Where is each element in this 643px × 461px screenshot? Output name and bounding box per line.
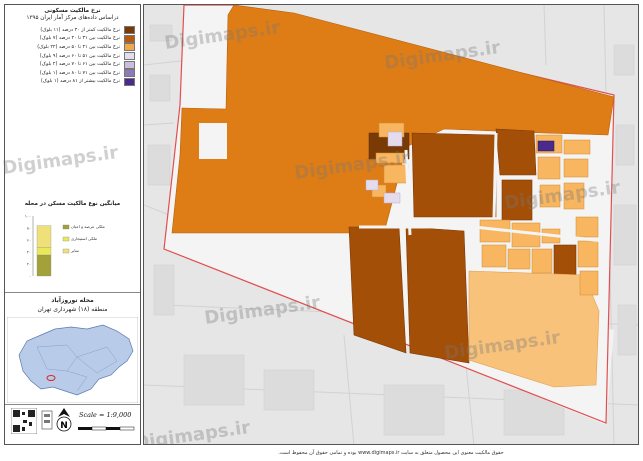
legend-item: نرخ مالکیت بین ۴۱ تا ۵۰ درصد (۲۲ بلوک)	[10, 43, 135, 52]
legend-label: نرخ مالکیت بین ۶۱ تا ۷۰ درصد (۲ بلوک)	[39, 62, 120, 68]
legend-panel: نرخ مالکیت مسکونی دراساس داده‌های مرکز آ…	[4, 4, 141, 445]
legend-item: نرخ مالکیت بین ۶۱ تا ۷۰ درصد (۲ بلوک)	[10, 60, 135, 69]
neighborhood-name: محله نوروزآباد	[51, 297, 94, 304]
legend-subtitle: دراساس داده‌های مرکز آمار ایران ۱۳۹۵	[26, 15, 119, 21]
legend-label: نرخ مالکیت کمتر از ۳۰ درصد (۱۱ بلوک)	[40, 27, 120, 33]
legend-item: نرخ مالکیت بین ۳۱ تا ۴۰ درصد (۷ بلوک)	[10, 34, 135, 44]
bar-segment	[36, 225, 52, 248]
chart-legend-label: سایر	[70, 248, 80, 253]
legend-label: نرخ مالکیت بین ۳۱ تا ۴۰ درصد (۷ بلوک)	[39, 36, 120, 42]
qr-code-icon	[11, 408, 37, 434]
legend-swatch	[124, 52, 135, 61]
legend-label: نرخ مالکیت بیشتر از ۸۱ درصد (۱ بلوک)	[40, 79, 120, 85]
logo-icon	[41, 410, 53, 430]
chart-legend-label: ملکی استیجاری	[71, 236, 97, 241]
legend-label: نرخ مالکیت بین ۵۱ تا ۶۰ درصد (۹ بلوک)	[39, 53, 120, 59]
legend-swatch	[124, 43, 135, 52]
legend-label: نرخ مالکیت بین ۴۱ تا ۵۰ درصد (۲۲ بلوک)	[37, 44, 120, 50]
copyright-footer: حقوق مالکیت معنوی این محصول متعلق به سای…	[278, 450, 504, 456]
bar-segment	[36, 254, 52, 277]
y-tick-label: ۲۰	[27, 262, 31, 267]
legend-item: نرخ مالکیت بین ۷۱ تا ۸۰ درصد (۱ بلوک)	[10, 69, 135, 78]
y-tick-label: ۴۰	[27, 250, 31, 255]
legend-swatch	[124, 69, 135, 78]
scale-bar	[78, 426, 135, 431]
y-tick-label: ۱۰۰	[25, 214, 31, 219]
legend-swatch	[124, 60, 135, 69]
legend-item: نرخ مالکیت بیشتر از ۸۱ درصد (۱ بلوک)	[10, 77, 135, 87]
y-tick-label: ۶۰	[27, 238, 31, 243]
main-map[interactable]: Digimaps.ir Digimaps.ir Digimaps.ir Digi…	[143, 4, 639, 445]
legend-item: نرخ مالکیت کمتر از ۳۰ درصد (۱۱ بلوک)	[10, 26, 135, 35]
district-name: منطقه (۱۸) شهرداری تهران	[37, 306, 108, 313]
bar-segment	[36, 247, 52, 256]
block-dark-1	[348, 226, 407, 354]
legend-list: نرخ مالکیت کمتر از ۳۰ درصد (۱۱ بلوک) نرخ …	[5, 26, 140, 86]
block-purple	[537, 140, 555, 152]
chart-legend-swatch	[62, 224, 70, 230]
legend-title: نرخ مالکیت مسکونی	[44, 8, 101, 14]
legend-item: نرخ مالکیت بین ۵۱ تا ۶۰ درصد (۹ بلوک)	[10, 52, 135, 61]
chart-legend-label: ملکی عرصه و اعیان	[71, 224, 105, 229]
chart-legend-swatch	[62, 236, 70, 242]
y-tick-label: ۰	[29, 274, 31, 279]
chart-legend-swatch	[62, 248, 70, 254]
block-dark-3	[411, 132, 497, 218]
legend-swatch	[124, 34, 135, 43]
legend-swatch	[124, 26, 135, 35]
block-dark-4	[495, 128, 537, 176]
legend-swatch	[124, 77, 135, 86]
y-tick-label: ۸۰	[27, 226, 31, 231]
locator-map	[7, 317, 138, 403]
chart-title: میانگین نوع مالکیت مسکن در محله	[24, 201, 121, 207]
north-arrow-icon: N	[56, 408, 72, 432]
scale-label: Scale = 1:9,000	[79, 411, 132, 419]
legend-label: نرخ مالکیت بین ۷۱ تا ۸۰ درصد (۱ بلوک)	[39, 70, 120, 76]
ownership-bar-chart: ۱۰۰ ۸۰ ۶۰ ۴۰ ۲۰ ۰ ملکی عرصه و اعیان ملکی استیجا…	[25, 214, 105, 279]
north-label: N	[60, 421, 68, 431]
